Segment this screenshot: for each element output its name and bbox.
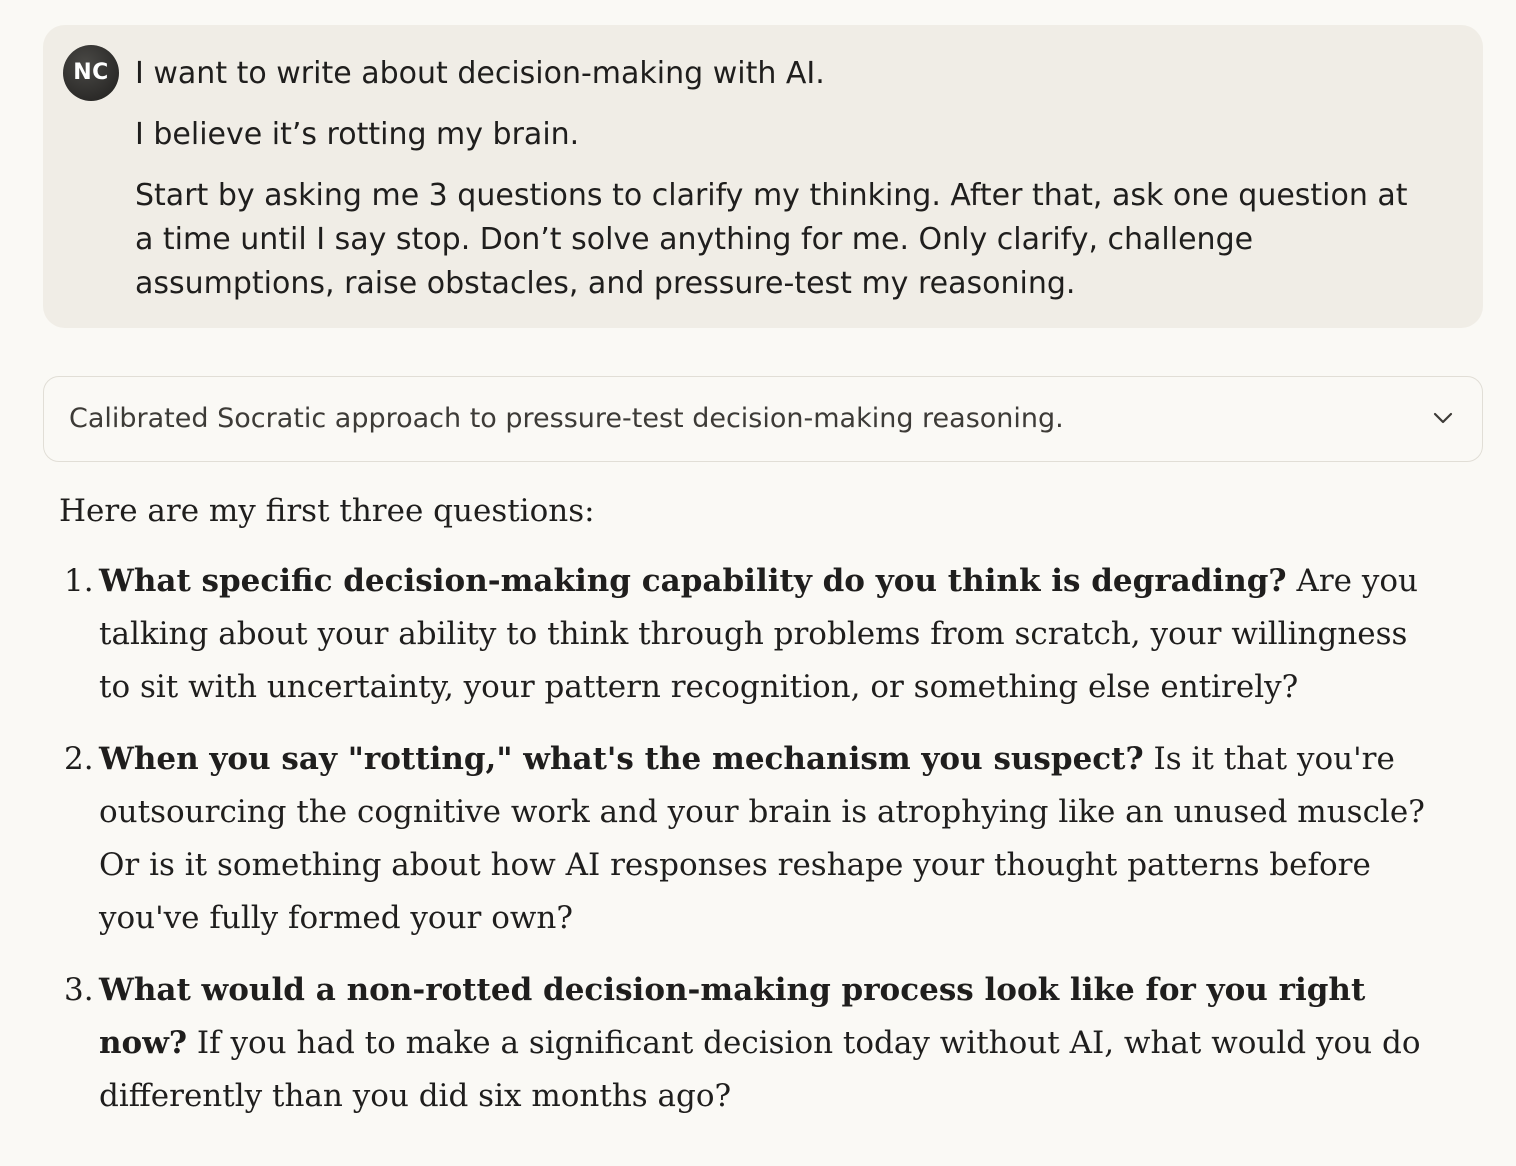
user-message-text: I want to write about decision-making wi… xyxy=(135,52,1435,323)
user-avatar[interactable]: NC xyxy=(63,45,119,101)
question-item: 1. What specific decision-making capabili… xyxy=(59,555,1439,714)
assistant-message: Here are my first three questions: 1. Wha… xyxy=(59,485,1439,1142)
question-number: 2. xyxy=(64,741,94,777)
assistant-intro: Here are my first three questions: xyxy=(59,493,595,529)
thinking-summary-toggle[interactable]: Calibrated Socratic approach to pressure… xyxy=(43,376,1483,462)
question-heading: What specific decision-making capability… xyxy=(99,563,1287,599)
user-paragraph: I want to write about decision-making wi… xyxy=(135,56,825,91)
chevron-down-icon[interactable] xyxy=(1430,405,1456,431)
question-list: 1. What specific decision-making capabili… xyxy=(59,555,1439,1123)
question-number: 1. xyxy=(64,563,94,599)
user-paragraph: I believe it’s rotting my brain. xyxy=(135,117,580,152)
question-heading: When you say "rotting," what's the mecha… xyxy=(99,741,1144,777)
question-body: If you had to make a significant decisio… xyxy=(99,1025,1421,1114)
question-item: 3. What would a non-rotted decision-makin… xyxy=(59,964,1439,1123)
question-number: 3. xyxy=(64,972,94,1008)
user-paragraph: Start by asking me 3 questions to clarif… xyxy=(135,178,1408,301)
thinking-summary-text: Calibrated Socratic approach to pressure… xyxy=(69,403,1064,434)
question-item: 2. When you say "rotting," what's the mec… xyxy=(59,733,1439,945)
user-message: NC I want to write about decision-making… xyxy=(43,25,1483,328)
